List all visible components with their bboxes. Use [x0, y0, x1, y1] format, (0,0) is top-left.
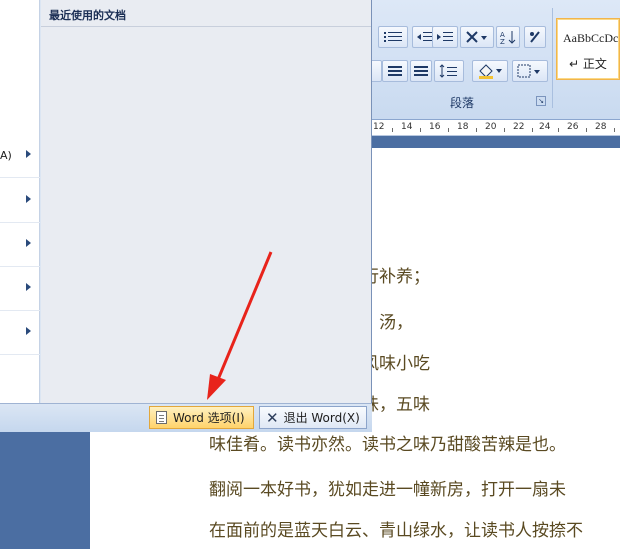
- border-icon: [517, 64, 540, 78]
- office-menu-commands: A): [0, 0, 40, 403]
- increase-indent-button[interactable]: [432, 26, 458, 48]
- menu-item-prepare[interactable]: [0, 223, 40, 267]
- ruler-number: 14: [401, 122, 413, 132]
- word-options-button[interactable]: Word 选项(I): [149, 406, 254, 429]
- paragraph-group-label: 段落: [449, 96, 474, 110]
- office-menu-footer: Word 选项(I) ✕ 退出 Word(X): [0, 403, 372, 432]
- line-spacing-icon: [439, 64, 457, 78]
- exit-word-button[interactable]: ✕ 退出 Word(X): [259, 406, 367, 429]
- show-formatting-button[interactable]: [524, 26, 546, 48]
- distributed-icon: [414, 66, 428, 76]
- ruler-tick: [532, 128, 533, 132]
- ruler-tick: [504, 128, 505, 132]
- paragraph-mark-icon: [530, 31, 540, 43]
- menu-item-send[interactable]: [0, 267, 40, 311]
- paint-bucket-icon: [479, 64, 502, 79]
- office-button-menu: A) 最近使用的文档 Word 选项(I) ✕ 退出 Word(X): [0, 0, 372, 432]
- increase-indent-icon: [437, 32, 453, 41]
- svg-text:Z: Z: [500, 38, 505, 45]
- ruler-number: 26: [567, 122, 579, 132]
- exit-word-label: 退出 Word(X): [283, 411, 360, 425]
- group-separator: [552, 8, 553, 108]
- ruler-tick: [476, 128, 477, 132]
- borders-button[interactable]: [512, 60, 548, 82]
- ruler-number: 28: [595, 122, 607, 132]
- style-gallery-normal[interactable]: AaBbCcDc ↵ 正文: [556, 18, 620, 80]
- menu-item-print[interactable]: [0, 179, 40, 223]
- chinese-layout-icon: [466, 31, 487, 43]
- ruler-number: 18: [457, 122, 469, 132]
- ribbon-paragraph-area: AZ 段落 ↘ AaBbCcDc ↵ 正文: [368, 0, 620, 120]
- sort-button[interactable]: AZ: [496, 26, 520, 48]
- submenu-arrow-icon: [26, 327, 31, 335]
- distributed-button[interactable]: [410, 60, 432, 82]
- bullets-icon: [384, 32, 402, 42]
- menu-item-save-as[interactable]: A): [0, 134, 40, 178]
- ruler-tick: [392, 128, 393, 132]
- doc-line-6: 翻阅一本好书，犹如走进一幢新房，打开一扇未: [209, 480, 566, 500]
- word-options-label: Word 选项(I): [173, 411, 245, 425]
- submenu-arrow-icon: [26, 150, 31, 158]
- ruler-number: 24: [539, 122, 551, 132]
- ruler-number: 16: [429, 122, 441, 132]
- recent-documents-panel: 最近使用的文档: [41, 0, 371, 403]
- menu-item-accelerator: A): [0, 149, 12, 162]
- horizontal-ruler[interactable]: 12 14 16 18 20 22 24 26 28: [372, 120, 620, 136]
- style-name-label: ↵ 正文: [569, 57, 607, 71]
- line-spacing-button[interactable]: [434, 60, 464, 82]
- menu-item-publish[interactable]: [0, 311, 40, 355]
- ruler-number: 20: [485, 122, 497, 132]
- close-icon: ✕: [266, 408, 279, 427]
- submenu-arrow-icon: [26, 283, 31, 291]
- justify-icon: [388, 66, 402, 76]
- doc-line-5: 味佳肴。读书亦然。读书之味乃甜酸苦辣是也。: [209, 435, 566, 455]
- ruler-tick: [448, 128, 449, 132]
- ruler-number: 22: [513, 122, 525, 132]
- ruler-tick: [614, 128, 615, 132]
- paragraph-dialog-launcher[interactable]: ↘: [536, 96, 546, 106]
- style-sample-text: AaBbCcDc: [563, 31, 619, 45]
- ruler-tick: [420, 128, 421, 132]
- ruler-number: 12: [373, 122, 385, 132]
- decrease-indent-icon: [417, 32, 433, 41]
- submenu-arrow-icon: [26, 239, 31, 247]
- bullets-button[interactable]: [378, 26, 408, 48]
- ruler-tick: [586, 128, 587, 132]
- recent-documents-header: 最近使用的文档: [41, 0, 371, 27]
- submenu-arrow-icon: [26, 195, 31, 203]
- sort-icon: AZ: [500, 31, 516, 45]
- shading-button[interactable]: [472, 60, 508, 82]
- ruler-tick: [558, 128, 559, 132]
- word-options-icon: [156, 411, 167, 424]
- justify-button[interactable]: [382, 60, 408, 82]
- doc-line-7: 在面前的是蓝天白云、青山绿水，让读书人按捺不: [209, 521, 583, 541]
- chinese-layout-button[interactable]: [460, 26, 494, 48]
